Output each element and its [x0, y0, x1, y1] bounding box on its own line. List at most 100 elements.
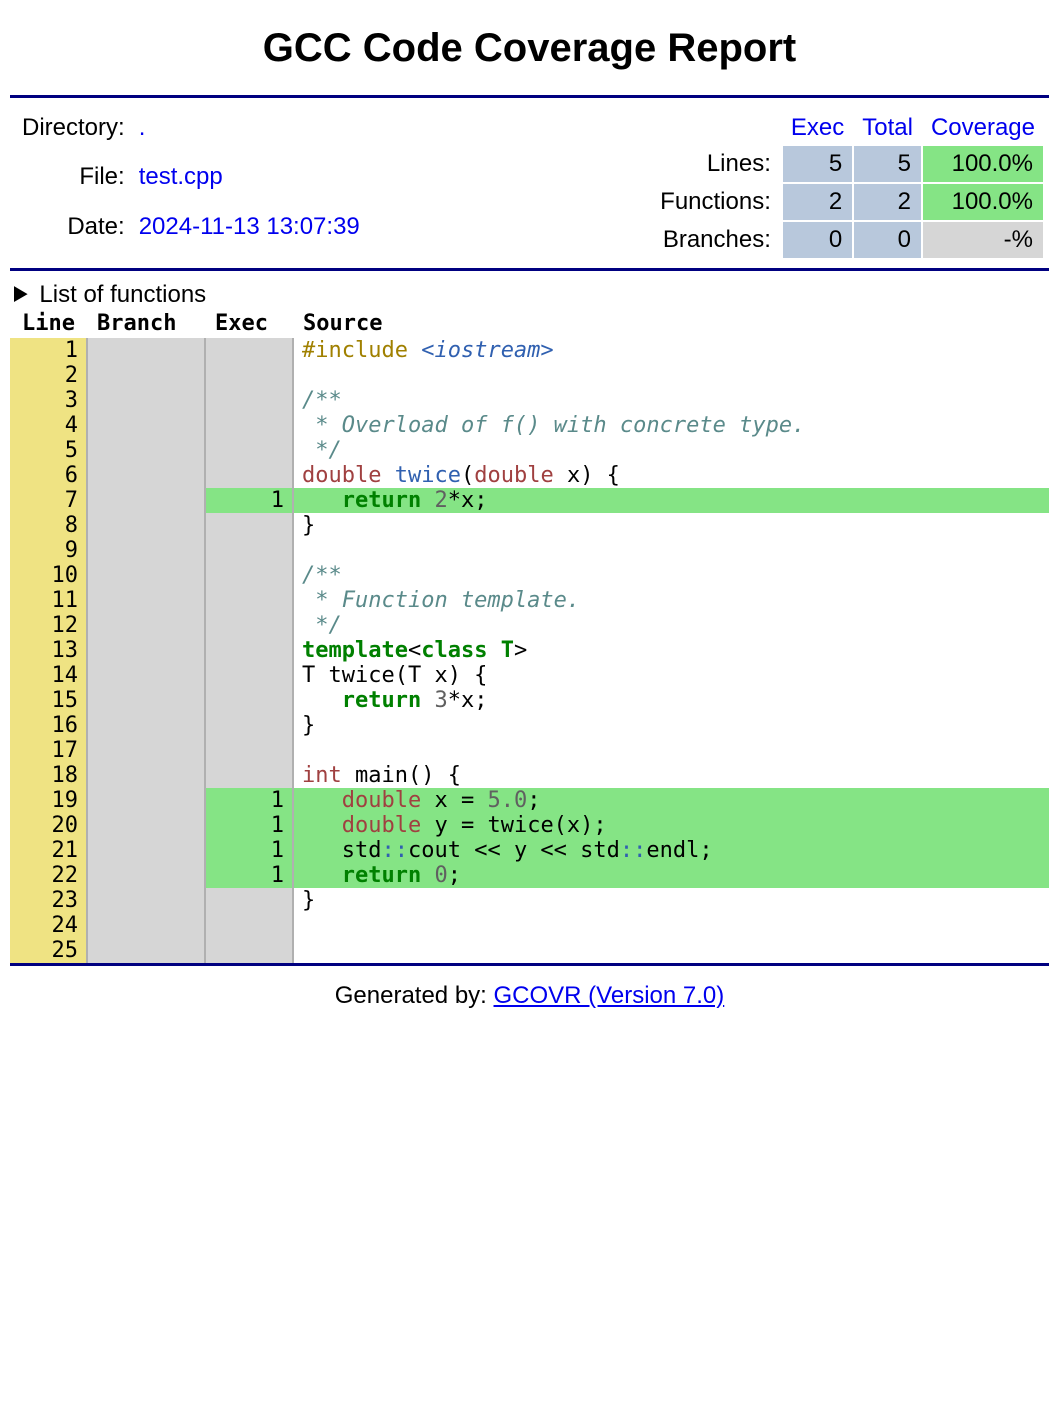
branch-cell — [87, 788, 205, 813]
line-number: 3 — [10, 388, 87, 413]
line-number: 1 — [10, 338, 87, 363]
exec-count — [205, 338, 293, 363]
line-number: 11 — [10, 588, 87, 613]
date-value: 2024-11-13 13:07:39 — [133, 211, 366, 258]
line-number: 20 — [10, 813, 87, 838]
exec-count — [205, 763, 293, 788]
line-number: 17 — [10, 738, 87, 763]
line-number: 5 — [10, 438, 87, 463]
source-code: int main() { — [293, 763, 1049, 788]
line-number: 4 — [10, 413, 87, 438]
branch-cell — [87, 813, 205, 838]
header-total: Total — [854, 112, 921, 144]
branch-cell — [87, 388, 205, 413]
exec-count: 1 — [205, 813, 293, 838]
header-coverage: Coverage — [923, 112, 1043, 144]
source-row: 25 — [10, 938, 1049, 963]
coverage-stats-table: Exec Total Coverage Lines: 5 5 100.0% Fu… — [648, 110, 1045, 260]
line-number: 23 — [10, 888, 87, 913]
line-number: 7 — [10, 488, 87, 513]
line-number: 21 — [10, 838, 87, 863]
source-row: 15 return 3*x; — [10, 688, 1049, 713]
source-row: 24 — [10, 913, 1049, 938]
source-code: /** — [293, 388, 1049, 413]
source-row: 5 */ — [10, 438, 1049, 463]
branches-cov: -% — [923, 222, 1043, 258]
exec-count: 1 — [205, 838, 293, 863]
line-number: 10 — [10, 563, 87, 588]
branch-cell — [87, 488, 205, 513]
branch-cell — [87, 413, 205, 438]
exec-count — [205, 613, 293, 638]
source-code: double x = 5.0; — [293, 788, 1049, 813]
exec-count — [205, 638, 293, 663]
exec-count: 1 — [205, 488, 293, 513]
source-row: 14T twice(T x) { — [10, 663, 1049, 688]
exec-count — [205, 463, 293, 488]
functions-list-label[interactable]: List of functions — [14, 281, 1049, 309]
header-exec: Exec — [783, 112, 852, 144]
source-code — [293, 938, 1049, 963]
source-code: double twice(double x) { — [293, 463, 1049, 488]
exec-count — [205, 588, 293, 613]
functions-list-toggle[interactable]: List of functions — [14, 281, 1049, 309]
functions-exec: 2 — [783, 184, 852, 220]
line-number: 25 — [10, 938, 87, 963]
exec-count: 1 — [205, 788, 293, 813]
source-row: 71 return 2*x; — [10, 488, 1049, 513]
source-code: * Overload of f() with concrete type. — [293, 413, 1049, 438]
source-row: 8} — [10, 513, 1049, 538]
exec-count — [205, 738, 293, 763]
source-row: 17 — [10, 738, 1049, 763]
line-number: 15 — [10, 688, 87, 713]
summary-row: Directory: . File: test.cpp Date: 2024-1… — [10, 98, 1049, 268]
exec-count — [205, 438, 293, 463]
date-label: Date: — [16, 211, 131, 258]
source-code: double y = twice(x); — [293, 813, 1049, 838]
col-exec: Exec — [205, 309, 293, 338]
source-code: std::cout << y << std::endl; — [293, 838, 1049, 863]
branch-cell — [87, 938, 205, 963]
source-row: 13template<class T> — [10, 638, 1049, 663]
branch-cell — [87, 663, 205, 688]
file-label: File: — [16, 161, 131, 208]
line-number: 9 — [10, 538, 87, 563]
exec-count — [205, 563, 293, 588]
source-row: 21 1 std::cout << y << std::endl; — [10, 838, 1049, 863]
exec-count — [205, 888, 293, 913]
lines-cov: 100.0% — [923, 146, 1043, 182]
source-row: 20 1 double y = twice(x); — [10, 813, 1049, 838]
source-row: 10/** — [10, 563, 1049, 588]
line-number: 12 — [10, 613, 87, 638]
col-branch: Branch — [87, 309, 205, 338]
branch-cell — [87, 563, 205, 588]
line-number: 19 — [10, 788, 87, 813]
line-number: 2 — [10, 363, 87, 388]
line-number: 8 — [10, 513, 87, 538]
source-row: 6double twice(double x) { — [10, 463, 1049, 488]
branch-cell — [87, 763, 205, 788]
source-code: return 0; — [293, 863, 1049, 888]
branch-cell — [87, 863, 205, 888]
source-row: 9 — [10, 538, 1049, 563]
branch-cell — [87, 613, 205, 638]
branch-cell — [87, 713, 205, 738]
branches-label: Branches: — [650, 222, 781, 258]
source-row: 16} — [10, 713, 1049, 738]
source-row: 19 1 double x = 5.0; — [10, 788, 1049, 813]
branch-cell — [87, 688, 205, 713]
source-row: 12 */ — [10, 613, 1049, 638]
gcovr-link[interactable]: GCOVR (Version 7.0) — [494, 982, 725, 1009]
exec-count — [205, 713, 293, 738]
file-link[interactable]: test.cpp — [133, 161, 366, 208]
lines-label: Lines: — [650, 146, 781, 182]
branch-cell — [87, 438, 205, 463]
branch-cell — [87, 338, 205, 363]
source-row: 11 * Function template. — [10, 588, 1049, 613]
source-code: * Function template. — [293, 588, 1049, 613]
source-code — [293, 363, 1049, 388]
stats-row-branches: Branches: 0 0 -% — [650, 222, 1043, 258]
source-row: 2 — [10, 363, 1049, 388]
directory-link[interactable]: . — [133, 112, 366, 159]
branch-cell — [87, 838, 205, 863]
